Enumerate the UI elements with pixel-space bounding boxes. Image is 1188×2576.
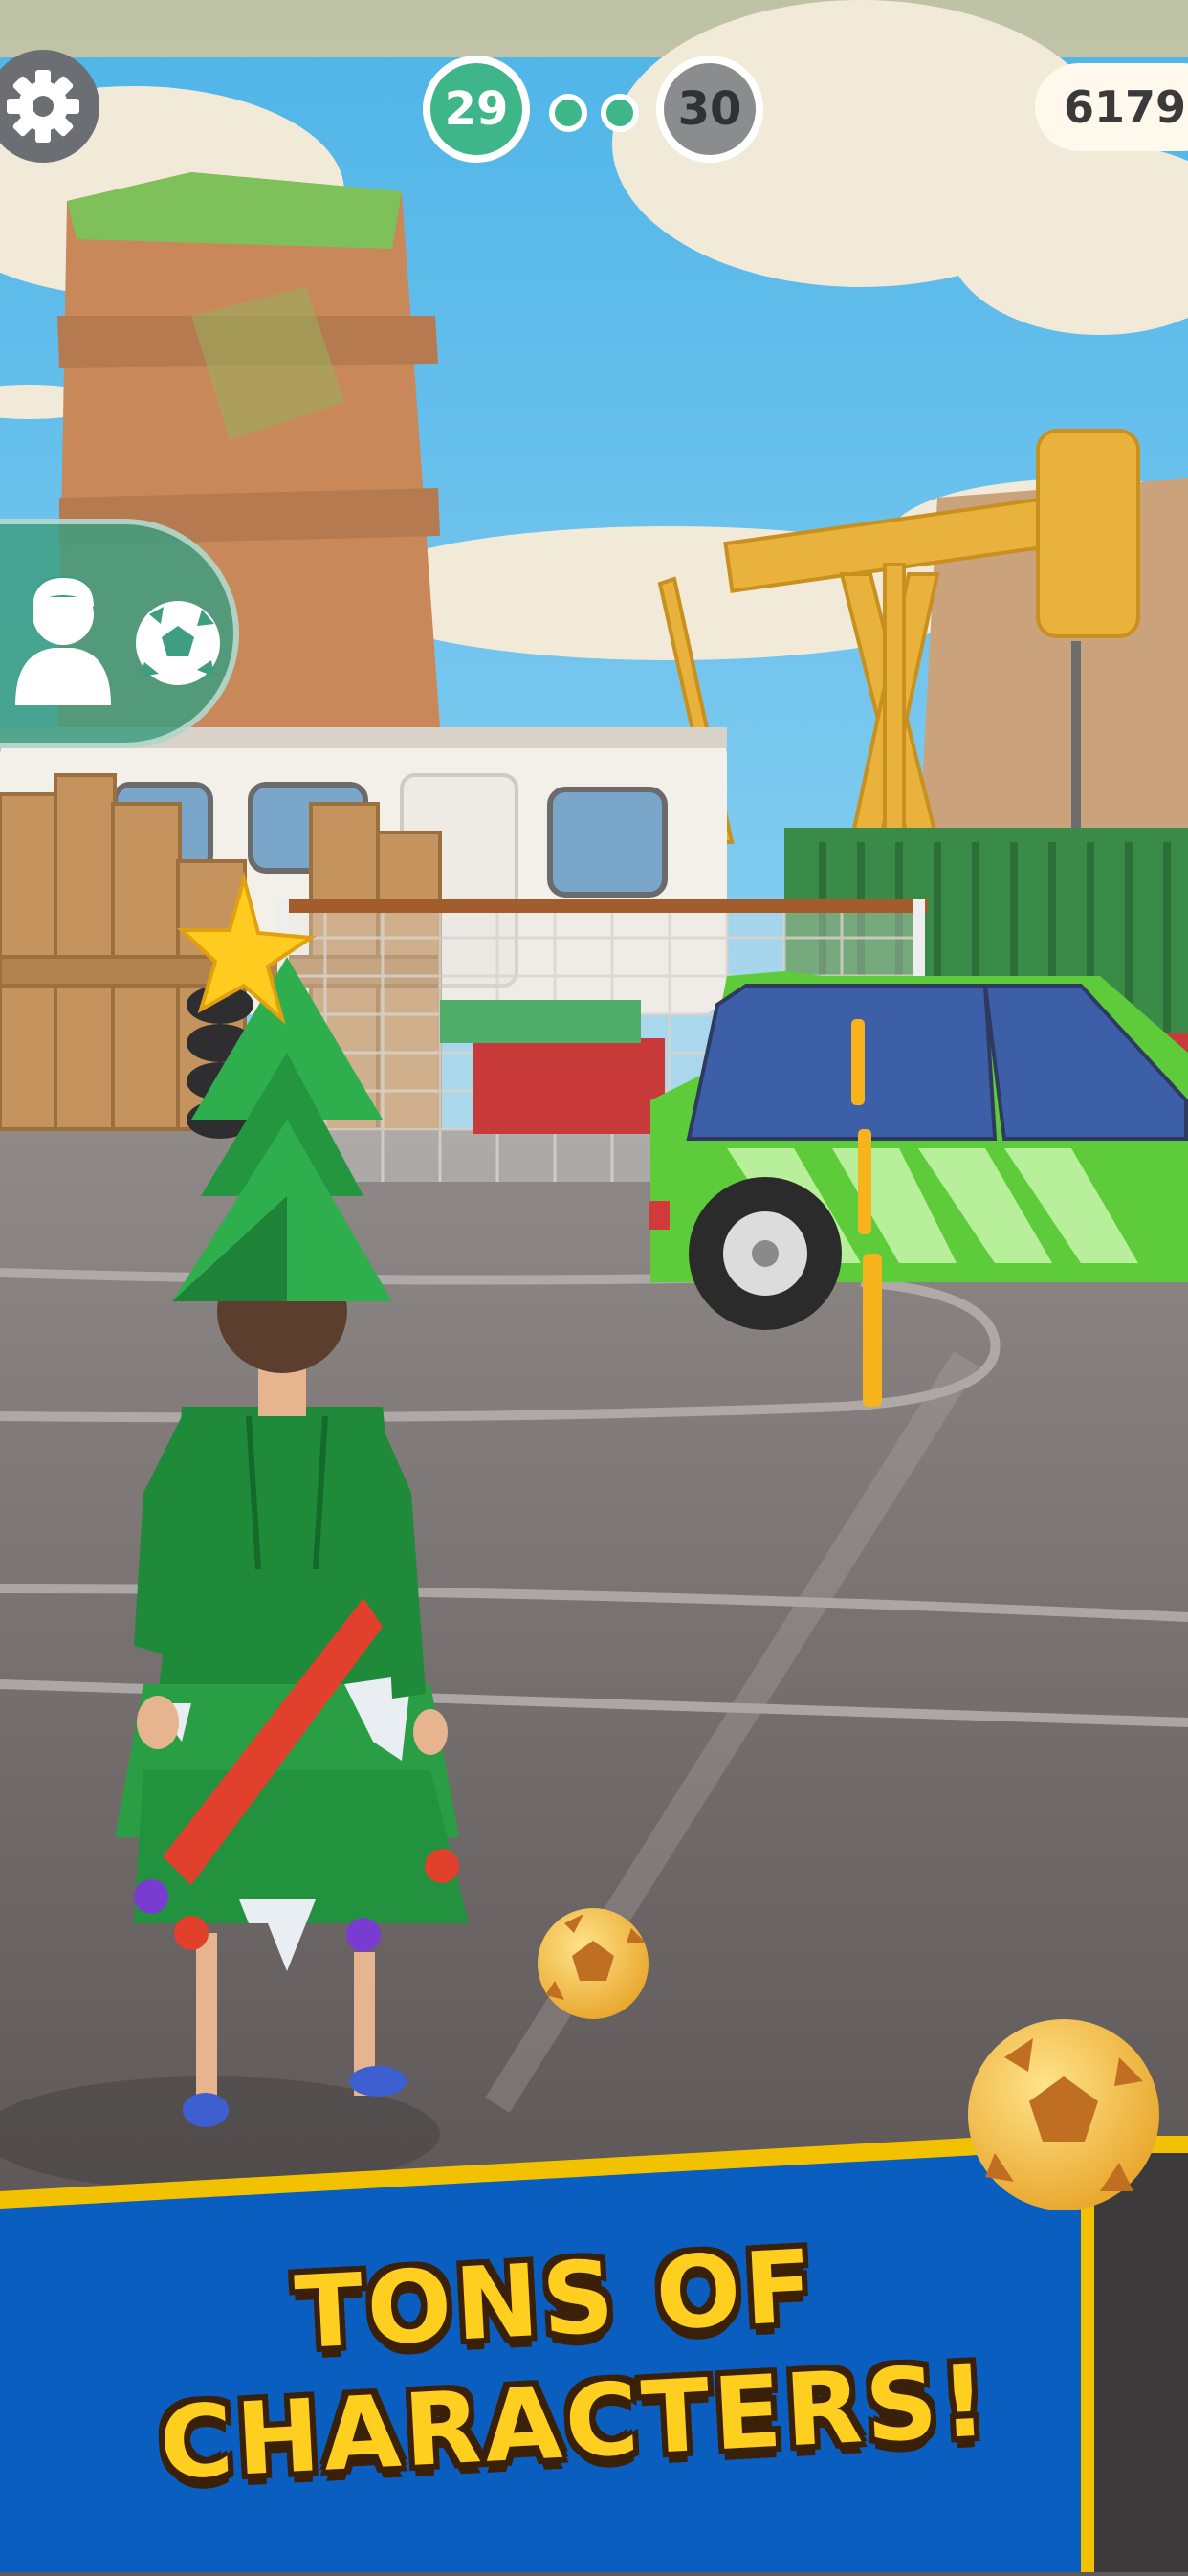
gear-icon [7, 70, 79, 143]
stage-progress-dot [601, 94, 639, 132]
soccer-ball [538, 1908, 649, 2019]
character-select-icons [15, 576, 220, 705]
current-level-badge: 29 [423, 56, 530, 163]
next-level-badge: 30 [656, 56, 763, 163]
promo-banner: TONS OF CHARACTERS! [0, 2130, 1188, 2572]
hud-bar: 29 30 6179 [0, 0, 1188, 191]
stage-progress-dot [549, 94, 587, 132]
coin-counter: 6179 [1035, 63, 1188, 151]
character-select-button[interactable] [0, 519, 239, 748]
coin-count: 6179 [1064, 81, 1187, 133]
soccer-ball-icon [136, 601, 220, 685]
person-icon [15, 576, 111, 705]
green-car [649, 971, 1188, 1330]
settings-button[interactable] [0, 50, 99, 163]
